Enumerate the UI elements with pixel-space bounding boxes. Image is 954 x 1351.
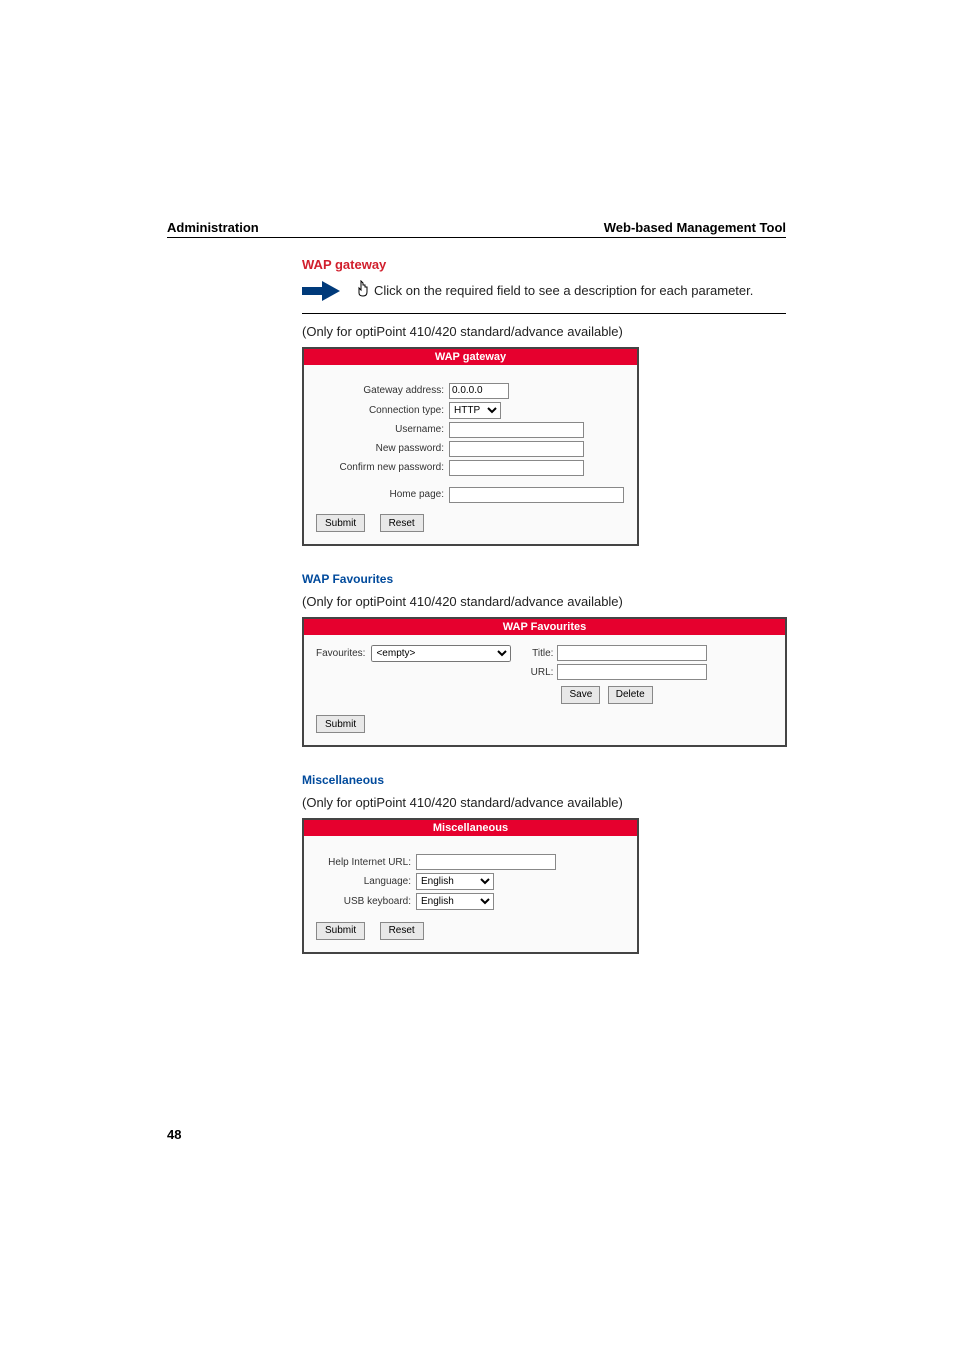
- wap-gateway-reset-button[interactable]: Reset: [380, 514, 424, 532]
- fav-save-button[interactable]: Save: [561, 686, 600, 704]
- confirm-password-input[interactable]: [449, 460, 584, 476]
- wap-favourites-title: WAP Favourites: [302, 572, 786, 586]
- gateway-address-label: Gateway address:: [304, 385, 449, 396]
- favourites-select[interactable]: <empty>: [371, 645, 511, 662]
- separator: [302, 313, 786, 314]
- usb-keyboard-label: USB keyboard:: [304, 896, 416, 907]
- home-page-label: Home page:: [304, 489, 449, 500]
- help-url-input[interactable]: [416, 854, 556, 870]
- wap-gateway-availability: (Only for optiPoint 410/420 standard/adv…: [302, 324, 786, 339]
- wap-favourites-panel-header: WAP Favourites: [304, 619, 785, 635]
- wap-favourites-panel-body: Favourites: <empty> Title: URL:: [304, 635, 785, 745]
- note-text: Click on the required field to see a des…: [356, 280, 753, 303]
- miscellaneous-panel-header: Miscellaneous: [304, 820, 637, 836]
- wap-gateway-panel-body: Gateway address: Connection type: HTTP U…: [304, 365, 637, 545]
- fav-submit-button[interactable]: Submit: [316, 715, 365, 733]
- page-number: 48: [167, 1127, 181, 1142]
- fav-url-input[interactable]: [557, 664, 707, 680]
- usb-keyboard-select[interactable]: English: [416, 893, 494, 910]
- language-select[interactable]: English: [416, 873, 494, 890]
- header-right: Web-based Management Tool: [604, 220, 786, 235]
- miscellaneous-title: Miscellaneous: [302, 773, 786, 787]
- gateway-address-input[interactable]: [449, 383, 509, 399]
- header-left: Administration: [167, 220, 259, 235]
- misc-reset-button[interactable]: Reset: [380, 922, 424, 940]
- connection-type-label: Connection type:: [304, 405, 449, 416]
- wap-gateway-submit-button[interactable]: Submit: [316, 514, 365, 532]
- page-header: Administration Web-based Management Tool: [167, 220, 786, 238]
- note-text-content: Click on the required field to see a des…: [374, 283, 753, 298]
- miscellaneous-panel-body: Help Internet URL: Language: English USB…: [304, 836, 637, 952]
- wap-favourites-panel: WAP Favourites Favourites: <empty> Title…: [302, 617, 787, 747]
- fav-delete-button[interactable]: Delete: [608, 686, 653, 704]
- cursor-icon: [356, 280, 370, 303]
- arrow-icon: [302, 281, 346, 301]
- language-label: Language:: [304, 876, 416, 887]
- wap-gateway-panel: WAP gateway Gateway address: Connection …: [302, 347, 639, 547]
- main-content: WAP gateway Click on the required field …: [302, 257, 786, 954]
- fav-url-label: URL:: [523, 667, 557, 678]
- wap-gateway-panel-header: WAP gateway: [304, 349, 637, 365]
- confirm-password-label: Confirm new password:: [304, 462, 449, 473]
- connection-type-select[interactable]: HTTP: [449, 402, 501, 419]
- miscellaneous-panel: Miscellaneous Help Internet URL: Languag…: [302, 818, 639, 954]
- new-password-input[interactable]: [449, 441, 584, 457]
- wap-favourites-availability: (Only for optiPoint 410/420 standard/adv…: [302, 594, 786, 609]
- favourites-label: Favourites:: [316, 648, 365, 659]
- fav-title-label: Title:: [523, 648, 557, 659]
- new-password-label: New password:: [304, 443, 449, 454]
- note-block: Click on the required field to see a des…: [302, 280, 786, 303]
- fav-title-input[interactable]: [557, 645, 707, 661]
- help-url-label: Help Internet URL:: [304, 857, 416, 868]
- miscellaneous-availability: (Only for optiPoint 410/420 standard/adv…: [302, 795, 786, 810]
- username-input[interactable]: [449, 422, 584, 438]
- misc-submit-button[interactable]: Submit: [316, 922, 365, 940]
- home-page-input[interactable]: [449, 487, 624, 503]
- username-label: Username:: [304, 424, 449, 435]
- wap-gateway-title: WAP gateway: [302, 257, 786, 272]
